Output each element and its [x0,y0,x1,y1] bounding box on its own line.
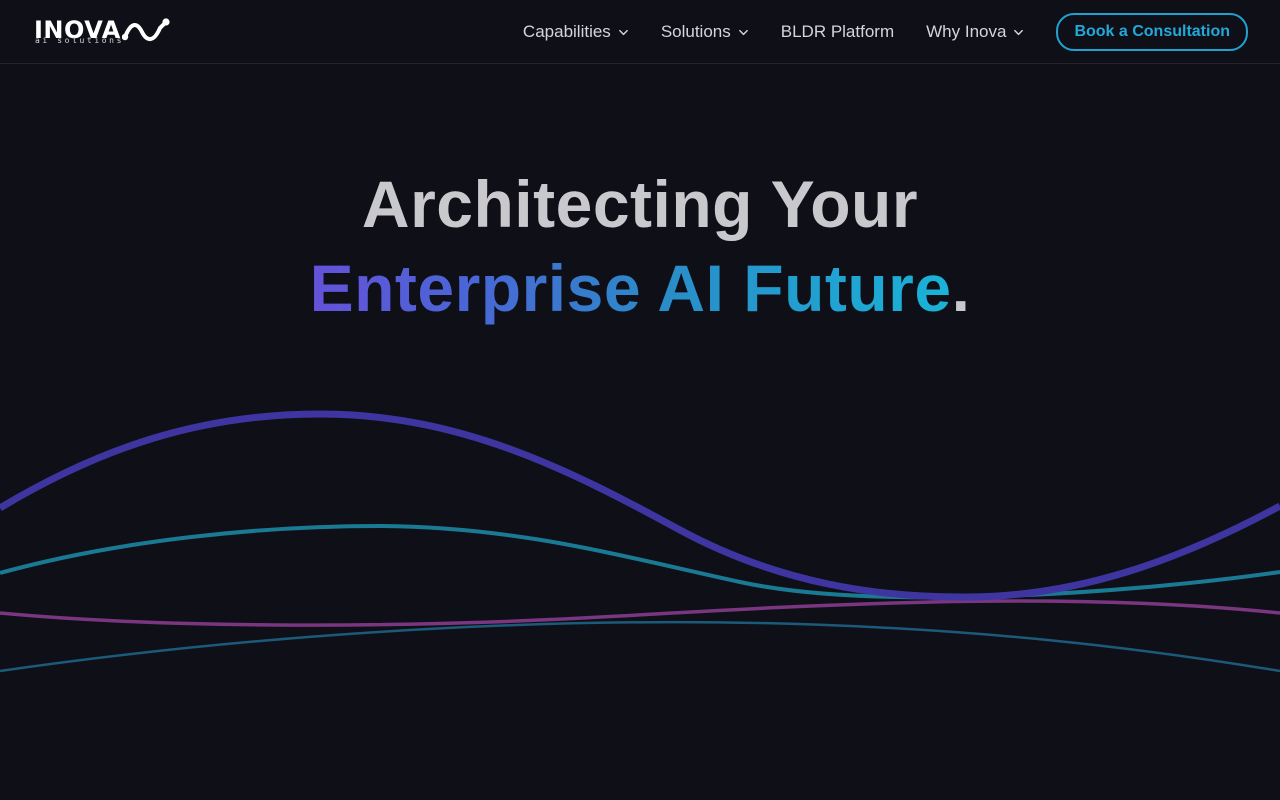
chevron-down-icon [738,29,748,35]
nav-why-inova-label: Why Inova [926,22,1007,41]
wave-line-blue [0,620,1280,673]
nav-why-inova[interactable]: Why Inova [926,22,1024,42]
chevron-down-icon [1014,29,1024,35]
nav-capabilities-label: Capabilities [522,22,611,41]
nav-capabilities[interactable]: Capabilities [523,22,629,42]
decorative-waves [0,410,1280,673]
book-consultation-button[interactable]: Book a Consultation [1056,13,1248,51]
wave-line-purple [0,410,1280,601]
hero-headline-highlight: Enterprise AI Future [309,251,952,325]
chevron-down-icon [618,29,628,35]
brand-logo[interactable]: INOVA ai solutions [34,17,174,47]
hero-headline-line1: Architecting Your [361,167,919,241]
wave-node-logo-icon [122,18,170,41]
hero-section: Architecting Your Enterprise AI Future. [0,162,1280,330]
nav-bldr-platform[interactable]: BLDR Platform [781,22,894,42]
hero-headline-period: . [951,251,971,325]
brand-tagline: ai solutions [35,36,124,45]
main-nav: Capabilities Solutions BLDR Platform Why… [523,0,1248,64]
wave-line-teal [0,523,1280,600]
nav-solutions-label: Solutions [660,22,731,41]
top-navigation-bar: INOVA ai solutions Capabilities Solution… [0,0,1280,64]
landing-page: INOVA ai solutions Capabilities Solution… [0,0,1280,800]
nav-bldr-platform-label: BLDR Platform [780,22,895,41]
hero-headline-line2: Enterprise AI Future. [0,246,1280,330]
nav-solutions[interactable]: Solutions [661,22,749,42]
